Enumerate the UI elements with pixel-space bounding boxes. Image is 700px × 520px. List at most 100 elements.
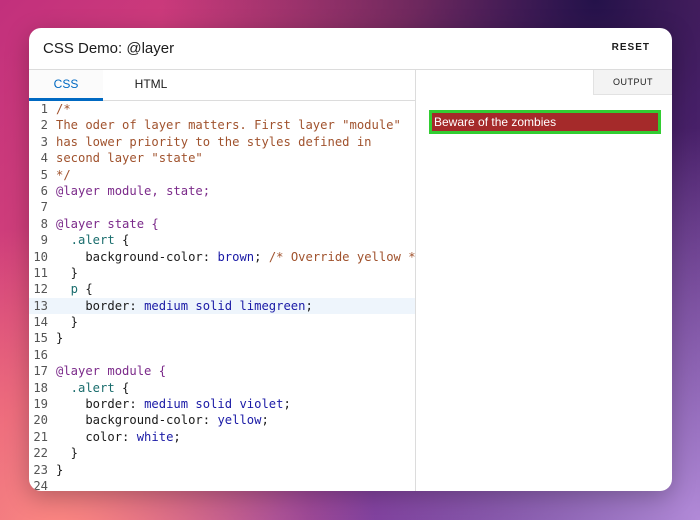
- code-line[interactable]: 12 p {: [29, 281, 415, 297]
- code-text: .alert {: [56, 380, 130, 396]
- output-label: OUTPUT: [593, 70, 672, 95]
- code-token: border:: [56, 397, 145, 412]
- code-token: /*: [56, 102, 71, 116]
- code-token: .alert: [56, 233, 115, 248]
- code-token: ;: [261, 413, 269, 428]
- code-token: ;: [254, 249, 269, 264]
- reset-button[interactable]: RESET: [612, 42, 650, 53]
- code-token: .alert: [56, 380, 115, 395]
- code-text: }: [56, 314, 78, 330]
- code-token: @layer: [56, 364, 101, 379]
- code-text: background-color: yellow;: [56, 412, 269, 428]
- line-number: 12: [33, 282, 48, 297]
- code-token: module, state;: [100, 183, 211, 198]
- code-line[interactable]: 23}: [29, 462, 415, 478]
- code-token: ;: [305, 298, 313, 313]
- code-text: background-color: brown; /* Override yel…: [56, 249, 415, 265]
- code-token: second layer "state": [56, 151, 203, 166]
- line-number: 7: [40, 200, 48, 215]
- code-text: }: [56, 265, 78, 281]
- code-line[interactable]: 3 has lower priority to the styles define…: [29, 134, 415, 150]
- code-token: {: [78, 282, 93, 297]
- line-number: 11: [33, 265, 48, 280]
- code-token: {: [114, 380, 130, 395]
- code-token: }: [56, 265, 79, 280]
- code-line[interactable]: 7: [29, 199, 415, 215]
- code-token: has lower priority to the styles defined…: [56, 134, 372, 149]
- tab-css[interactable]: CSS: [29, 70, 103, 101]
- code-line[interactable]: 14 }: [29, 314, 415, 330]
- code-line[interactable]: 21 color: white;: [29, 429, 415, 445]
- code-area[interactable]: 1 /* 2 The oder of layer matters. First lay…: [29, 101, 415, 491]
- line-number: 21: [33, 429, 48, 444]
- code-text: */: [56, 167, 71, 183]
- line-number: 10: [33, 249, 48, 264]
- code-text: @layer module {: [56, 363, 166, 379]
- code-line[interactable]: 16: [29, 347, 415, 363]
- line-number: 16: [33, 347, 48, 362]
- line-number: 18: [33, 380, 48, 395]
- code-text: The oder of layer matters. First layer "…: [56, 117, 401, 133]
- code-token: }: [56, 315, 79, 330]
- code-line[interactable]: 17 @layer module {: [29, 363, 415, 379]
- line-number: 24: [33, 478, 48, 491]
- code-token: module {: [100, 364, 167, 379]
- code-line[interactable]: 15}: [29, 330, 415, 346]
- code-token: */: [56, 167, 71, 182]
- code-text: border: medium solid limegreen;: [56, 298, 313, 314]
- code-token: /* Override yellow */: [268, 249, 415, 264]
- line-number: 5: [40, 167, 48, 182]
- code-line[interactable]: 10 background-color: brown; /* Override …: [29, 249, 415, 265]
- line-number: 4: [40, 151, 48, 166]
- code-text: }: [56, 445, 78, 461]
- code-token: color:: [56, 429, 137, 444]
- line-number: 8: [40, 216, 48, 231]
- code-text: }: [56, 462, 63, 478]
- code-line[interactable]: 11 }: [29, 265, 415, 281]
- output-panel: OUTPUT Beware of the zombies: [416, 70, 672, 491]
- code-token: brown: [217, 249, 255, 264]
- code-line[interactable]: 9 .alert {: [29, 232, 415, 248]
- title-bar: CSS Demo: @layer RESET: [29, 28, 672, 70]
- code-line[interactable]: 18 .alert {: [29, 380, 415, 396]
- code-text: color: white;: [56, 429, 180, 445]
- code-token: border:: [56, 298, 145, 313]
- code-token: }: [56, 446, 79, 461]
- code-line[interactable]: 5 */: [29, 167, 415, 183]
- code-line[interactable]: 8 @layer state {: [29, 216, 415, 232]
- code-line[interactable]: 22 }: [29, 445, 415, 461]
- code-token: }: [56, 331, 64, 346]
- alert-paragraph: Beware of the zombies: [429, 110, 661, 134]
- line-number: 9: [40, 233, 48, 248]
- code-text: p {: [56, 281, 93, 297]
- code-text: border: medium solid violet;: [56, 396, 290, 412]
- code-token: yellow: [217, 413, 262, 428]
- code-line[interactable]: 6 @layer module, state;: [29, 183, 415, 199]
- code-line[interactable]: 20 background-color: yellow;: [29, 412, 415, 428]
- code-token: @layer: [56, 183, 101, 198]
- editor-tabs: CSS HTML: [29, 70, 415, 101]
- line-number: 23: [33, 462, 48, 477]
- line-number: 2: [40, 118, 48, 133]
- code-token: {: [114, 233, 130, 248]
- code-line[interactable]: 24: [29, 478, 415, 491]
- code-line[interactable]: 13 border: medium solid limegreen;: [29, 297, 415, 315]
- line-number: 14: [33, 315, 48, 330]
- code-token: p: [56, 282, 79, 297]
- code-token: background-color:: [56, 413, 218, 428]
- code-token: medium solid limegreen: [144, 298, 306, 313]
- code-token: state {: [100, 216, 159, 231]
- code-token: background-color:: [56, 249, 218, 264]
- code-line[interactable]: 19 border: medium solid violet;: [29, 396, 415, 412]
- code-text: @layer state {: [56, 216, 159, 232]
- code-line[interactable]: 1 /*: [29, 101, 415, 117]
- tab-html[interactable]: HTML: [103, 70, 199, 98]
- line-number: 17: [33, 364, 48, 379]
- code-line[interactable]: 4 second layer "state": [29, 150, 415, 166]
- code-text: }: [56, 330, 63, 346]
- line-number: 20: [33, 413, 48, 428]
- code-text: .alert {: [56, 232, 130, 248]
- code-text: has lower priority to the styles defined…: [56, 134, 372, 150]
- code-line[interactable]: 2 The oder of layer matters. First layer …: [29, 117, 415, 133]
- code-token: @layer: [56, 216, 101, 231]
